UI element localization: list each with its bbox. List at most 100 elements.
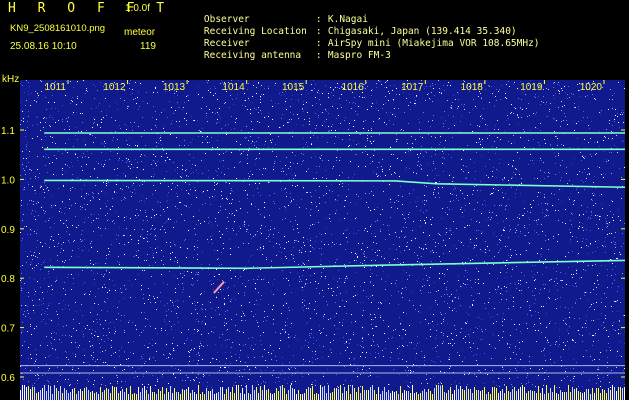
noise-dot [42,292,43,293]
noise-dot [66,325,67,326]
noise-dot [445,245,446,246]
noise-dot [454,297,455,298]
noise-dot [251,121,252,122]
noise-dot [503,198,504,199]
noise-dot [288,205,289,206]
noise-dot [499,386,500,387]
noise-dot [192,139,193,140]
noise-dot [315,380,316,381]
noise-dot [125,289,126,290]
noise-dot [520,233,521,234]
noise-dot [28,111,29,112]
noise-dot [480,190,481,191]
noise-dot [232,228,233,229]
noise-dot [101,384,102,385]
noise-dot [192,285,193,286]
noise-dot [570,239,571,240]
noise-dot [589,174,590,175]
noise-dot [412,147,413,148]
noise-dot [26,149,27,150]
noise-dot [66,225,67,226]
noise-dot [112,206,113,207]
noise-dot [340,157,341,158]
noise-dot [362,243,363,244]
noise-dot [163,264,164,265]
noise-dot [371,224,372,225]
noise-dot [416,353,417,354]
noise-dot [217,119,218,120]
noise-dot [547,203,548,204]
noise-dot [296,204,297,205]
noise-dot [555,323,556,324]
noise-dot [371,130,372,131]
noise-dot [105,160,106,161]
noise-dot [394,369,395,370]
noise-dot [256,300,257,301]
noise-dot [293,114,294,115]
noise-dot [34,289,35,290]
noise-dot [325,278,326,279]
noise-dot [545,284,546,285]
noise-dot [577,254,578,255]
noise-dot [522,341,523,342]
noise-dot [301,287,302,288]
noise-dot [231,356,232,357]
noise-dot [544,196,545,197]
noise-dot [206,115,207,116]
noise-dot [104,301,105,302]
noise-dot [322,125,323,126]
noise-dot [619,168,620,169]
noise-dot [533,277,534,278]
noise-dot [112,198,113,199]
noise-dot [81,189,82,190]
noise-dot [38,375,39,376]
noise-dot [408,217,409,218]
noise-dot [619,341,620,342]
noise-dot [486,219,487,220]
noise-dot [345,200,346,201]
noise-dot [26,100,27,101]
noise-dot [219,314,220,315]
noise-dot [179,107,180,108]
noise-dot [425,100,426,101]
noise-dot [292,136,293,137]
noise-dot [228,168,229,169]
noise-dot [465,227,466,228]
noise-dot [65,150,66,151]
noise-dot [525,369,526,370]
noise-dot [517,225,518,226]
noise-dot [485,205,486,206]
noise-dot [428,134,429,135]
noise-dot [519,174,520,175]
noise-dot [487,125,488,126]
noise-dot [84,222,85,223]
noise-dot [467,225,468,226]
noise-dot [159,138,160,139]
noise-dot [313,178,314,179]
noise-dot [446,228,447,229]
noise-dot [353,140,354,141]
noise-dot [473,355,474,356]
noise-dot [442,246,443,247]
noise-dot [299,277,300,278]
noise-dot [390,199,391,200]
noise-dot [569,312,570,313]
noise-dot [480,181,481,182]
noise-dot [606,221,607,222]
noise-dot [443,333,444,334]
noise-dot [186,257,187,258]
noise-dot [171,107,172,108]
noise-dot [141,154,142,155]
noise-dot [589,128,590,129]
noise-dot [212,196,213,197]
noise-dot [57,246,58,247]
noise-dot [155,235,156,236]
noise-dot [614,301,615,302]
noise-dot [273,166,274,167]
noise-dot [30,169,31,170]
noise-dot [413,221,414,222]
noise-dot [227,231,228,232]
noise-dot [514,107,515,108]
noise-dot [239,226,240,227]
noise-dot [229,183,230,184]
